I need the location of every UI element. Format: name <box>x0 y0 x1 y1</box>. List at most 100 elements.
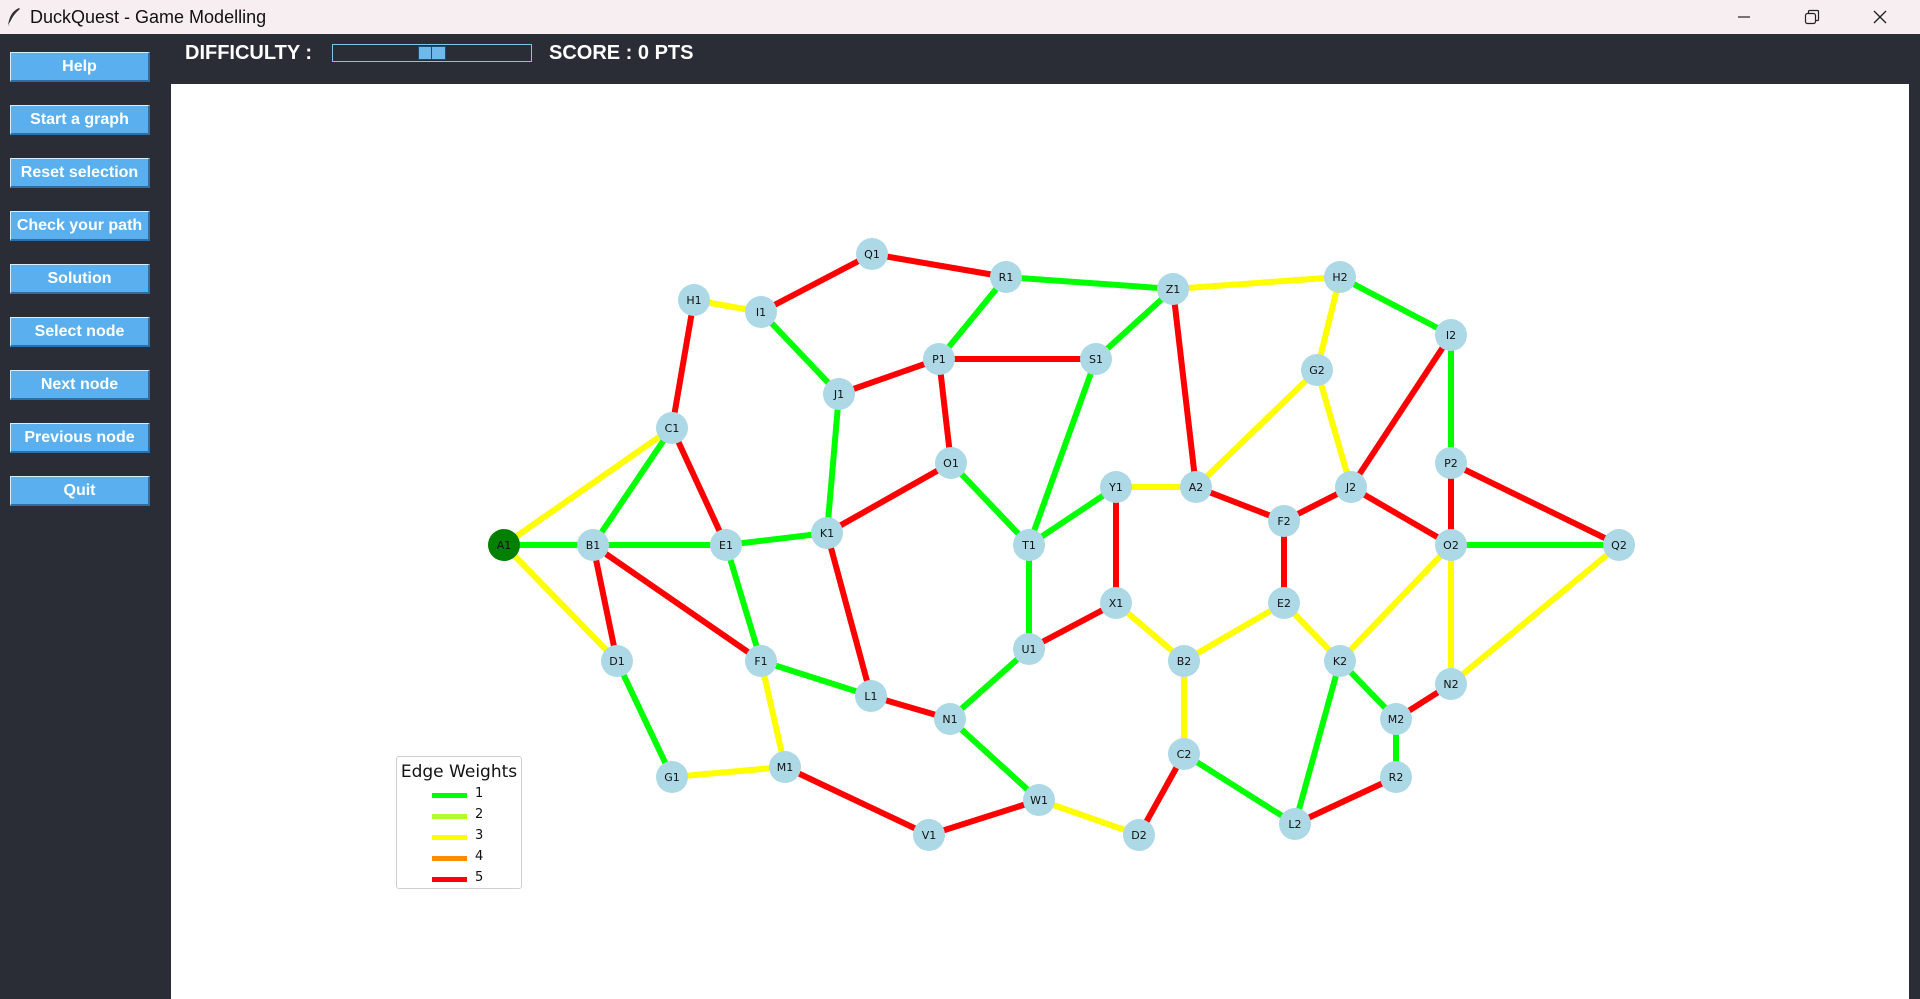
node-O1[interactable]: O1 <box>935 447 967 479</box>
edge-C2-L2 <box>1182 751 1297 827</box>
node-Z1[interactable]: Z1 <box>1157 273 1189 305</box>
difficulty-label: DIFFICULTY : <box>185 42 313 64</box>
node-Q1[interactable]: Q1 <box>856 238 888 270</box>
node-T1[interactable]: T1 <box>1013 529 1045 561</box>
node-C2[interactable]: C2 <box>1168 738 1200 770</box>
node-label: P2 <box>1444 457 1458 470</box>
node-A1[interactable]: A1 <box>488 529 520 561</box>
difficulty-slider-thumb[interactable] <box>418 46 446 60</box>
node-label: H1 <box>686 294 701 307</box>
node-M1[interactable]: M1 <box>769 751 801 783</box>
node-Q2[interactable]: Q2 <box>1603 529 1635 561</box>
legend-item-weight-4: 4 <box>432 848 512 868</box>
node-I1[interactable]: I1 <box>745 296 777 328</box>
node-label: D1 <box>609 655 624 668</box>
node-V1[interactable]: V1 <box>913 819 945 851</box>
node-N1[interactable]: N1 <box>934 703 966 735</box>
edge-O1-T1 <box>948 460 1032 548</box>
node-D1[interactable]: D1 <box>601 645 633 677</box>
check-path-button[interactable]: Check your path <box>10 211 150 241</box>
help-button[interactable]: Help <box>10 52 150 82</box>
node-label: L2 <box>1288 818 1301 831</box>
node-E2[interactable]: E2 <box>1268 587 1300 619</box>
node-K2[interactable]: K2 <box>1324 645 1356 677</box>
maximize-button[interactable] <box>1778 0 1846 34</box>
node-J1[interactable]: J1 <box>823 378 855 410</box>
node-S1[interactable]: S1 <box>1080 343 1112 375</box>
edge-F1-L1 <box>760 658 872 699</box>
edge-R1-Z1 <box>1005 274 1174 292</box>
edge-N1-W1 <box>947 716 1042 803</box>
edge-S1-T1 <box>1026 357 1099 547</box>
graph-canvas[interactable]: A1 B1 C1 D1 E1 F1 G1 H1 I1 J1 K1 L1 M1 N1 O1 P1 Q1 R1 S1 T1… <box>171 84 1909 999</box>
node-label: G1 <box>664 771 680 784</box>
minimize-icon <box>1738 16 1750 18</box>
node-W1[interactable]: W1 <box>1023 784 1055 816</box>
node-X1[interactable]: X1 <box>1100 587 1132 619</box>
next-node-button[interactable]: Next node <box>10 370 150 400</box>
node-label: D2 <box>1131 829 1146 842</box>
node-N2[interactable]: N2 <box>1435 668 1467 700</box>
node-label: E1 <box>719 539 733 552</box>
node-label: Z1 <box>1166 283 1181 296</box>
node-O2[interactable]: O2 <box>1435 529 1467 561</box>
node-label: Y1 <box>1108 481 1123 494</box>
node-D2[interactable]: D2 <box>1123 819 1155 851</box>
node-label: B2 <box>1177 655 1192 668</box>
node-J2[interactable]: J2 <box>1335 471 1367 503</box>
node-B2[interactable]: B2 <box>1168 645 1200 677</box>
edge-weights-legend: Edge Weights 1 2 3 4 5 <box>396 756 522 889</box>
edge-A2-G2 <box>1193 367 1320 490</box>
reset-selection-button[interactable]: Reset selection <box>10 158 150 188</box>
node-B1[interactable]: B1 <box>577 529 609 561</box>
node-E1[interactable]: E1 <box>710 529 742 561</box>
solution-button[interactable]: Solution <box>10 264 150 294</box>
node-label: N2 <box>1443 678 1458 691</box>
edge-K1-L1 <box>824 532 874 697</box>
node-label: Q1 <box>864 248 880 261</box>
start-graph-button[interactable]: Start a graph <box>10 105 150 135</box>
minimize-button[interactable] <box>1710 0 1778 34</box>
previous-node-button[interactable]: Previous node <box>10 423 150 453</box>
edge-K1-O1 <box>825 460 953 536</box>
node-L1[interactable]: L1 <box>855 680 887 712</box>
top-bar: DIFFICULTY : SCORE : 0 PTS <box>171 34 1920 84</box>
node-P1[interactable]: P1 <box>923 343 955 375</box>
node-F1[interactable]: F1 <box>745 645 777 677</box>
edge-N2-Q2 <box>1449 542 1621 687</box>
node-K1[interactable]: K1 <box>811 517 843 549</box>
node-F2[interactable]: F2 <box>1268 505 1300 537</box>
select-node-button[interactable]: Select node <box>10 317 150 347</box>
node-P2[interactable]: P2 <box>1435 447 1467 479</box>
node-H2[interactable]: H2 <box>1324 261 1356 293</box>
legend-swatch <box>432 877 467 882</box>
node-G2[interactable]: G2 <box>1301 354 1333 386</box>
legend-swatch <box>432 856 467 861</box>
node-label: Q2 <box>1611 539 1627 552</box>
node-label: C1 <box>665 422 680 435</box>
sidebar: Help Start a graph Reset selection Check… <box>0 34 171 999</box>
node-I2[interactable]: I2 <box>1435 319 1467 351</box>
feather-icon <box>7 8 20 27</box>
node-H1[interactable]: H1 <box>678 284 710 316</box>
edge-G1-M1 <box>671 764 786 780</box>
node-label: T1 <box>1021 539 1036 552</box>
node-label: J2 <box>1345 481 1356 494</box>
node-A2[interactable]: A2 <box>1180 471 1212 503</box>
difficulty-slider[interactable] <box>332 44 532 62</box>
node-label: F2 <box>1277 515 1290 528</box>
node-R1[interactable]: R1 <box>990 261 1022 293</box>
edge-J2-O2 <box>1349 484 1453 548</box>
node-R2[interactable]: R2 <box>1380 761 1412 793</box>
node-M2[interactable]: M2 <box>1380 703 1412 735</box>
legend-label: 5 <box>475 870 484 885</box>
close-button[interactable] <box>1846 0 1914 34</box>
node-C1[interactable]: C1 <box>656 412 688 444</box>
node-label: J1 <box>833 388 844 401</box>
node-G1[interactable]: G1 <box>656 761 688 793</box>
node-L2[interactable]: L2 <box>1279 808 1311 840</box>
legend-item-weight-2: 2 <box>432 806 512 826</box>
quit-button[interactable]: Quit <box>10 476 150 506</box>
node-Y1[interactable]: Y1 <box>1100 471 1132 503</box>
node-U1[interactable]: U1 <box>1013 633 1045 665</box>
